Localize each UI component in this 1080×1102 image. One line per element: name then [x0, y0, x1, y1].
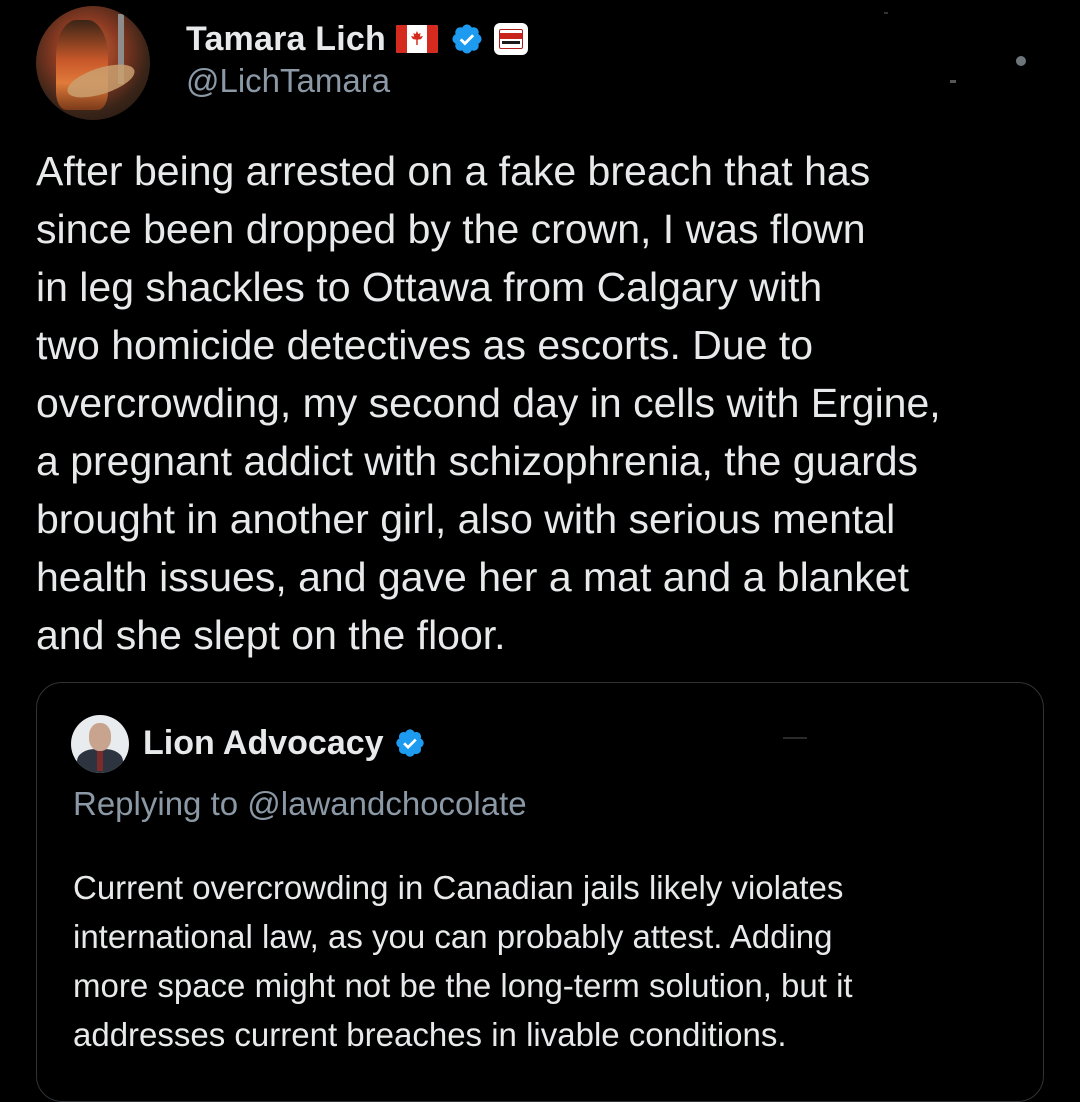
quoted-author-avatar[interactable]	[71, 715, 129, 773]
affiliate-badge-icon[interactable]	[493, 23, 528, 55]
canada-flag-icon	[395, 25, 438, 53]
artifact	[783, 737, 807, 739]
quoted-author-name-row: Lion Advocacy	[143, 719, 426, 767]
replying-to[interactable]: Replying to @lawandchocolate	[73, 785, 527, 823]
verified-badge-icon[interactable]	[394, 727, 426, 759]
author-avatar[interactable]	[36, 6, 150, 120]
tweet-text: After being arrested on a fake breach th…	[36, 148, 941, 658]
author-handle[interactable]: @LichTamara	[186, 62, 390, 100]
author-display-name[interactable]: Tamara Lich	[186, 20, 386, 59]
quoted-tweet-card[interactable]: Lion Advocacy Replying to @lawandchocola…	[36, 682, 1044, 1102]
artifact	[950, 80, 956, 83]
artifact	[884, 12, 888, 14]
author-name-row: Tamara Lich	[186, 14, 528, 64]
quoted-tweet-text: Current overcrowding in Canadian jails l…	[73, 869, 853, 1053]
quoted-author-display-name[interactable]: Lion Advocacy	[143, 724, 384, 763]
more-options-icon[interactable]	[1016, 56, 1026, 66]
tweet[interactable]: Tamara Lich @LichTamara After being arre…	[0, 0, 1080, 1102]
verified-badge-icon[interactable]	[450, 22, 484, 56]
